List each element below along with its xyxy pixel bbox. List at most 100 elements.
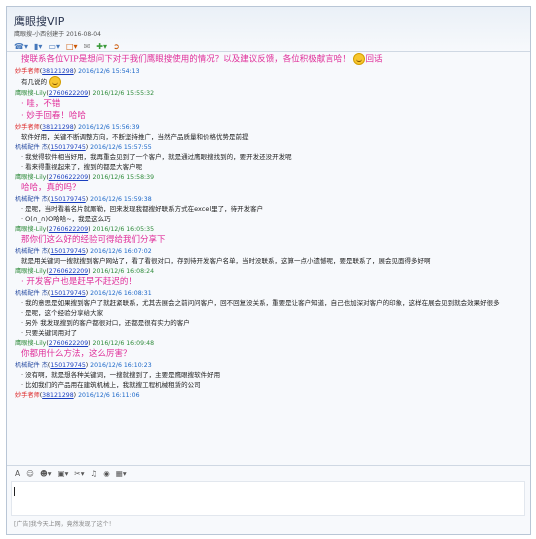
message-header: 机械配件 杰(150179745) 2016/12/6 15:57:55 [15,144,522,152]
highlight-text: · 妙手回春！哈哈 [21,110,86,121]
chart-icon[interactable]: ▦▾ [116,469,127,478]
message-header: 机械配件 杰(150179745) 2016/12/6 15:59:38 [15,196,522,204]
wink-icon[interactable]: ☻▾ [40,469,52,478]
message-header: 鹰眼搜-Lily(2760622209) 2016/12/6 16:05:35 [15,226,522,234]
chat-message: 机械配件 杰(150179745) 2016/12/6 16:07:02 就是用关… [7,248,530,266]
message-time: 2016/12/6 15:58:39 [92,173,155,181]
message-time: 2016/12/6 15:55:32 [92,89,155,97]
divider [7,465,530,466]
group-subtitle: 鹰眼搜-小西创建于 2016-08-04 [14,31,101,38]
sender-name[interactable]: 机械配件 杰 [15,290,48,297]
chat-message: 机械配件 杰(150179745) 2016/12/6 15:59:38 · 是呢… [7,196,530,224]
sender-qq-link[interactable]: 150179745 [50,196,85,203]
chat-window: 鹰眼搜VIP 鹰眼搜-小西创建于 2016-08-04 ☎▾ ▮▾ ▭▾ □▾ … [6,6,531,535]
scissors-icon[interactable]: ✂▾ [74,469,84,478]
sender-qq-link[interactable]: 2760622209 [49,268,88,275]
sender-name[interactable]: 鹰眼搜-Lily [15,90,46,97]
message-text: · 另外 我发现搜到的客户都很对口，还都是很有实力的客户 [21,318,190,327]
chat-history[interactable]: 搜联系各位VIP是想问下对于我们鹰眼搜使用的情况？以及建议反馈，各位积极献言哈！… [7,53,530,463]
music-icon[interactable]: ♫ [90,469,97,478]
sender-name[interactable]: 妙手者师 [15,68,40,75]
message-time: 2016/12/6 16:09:48 [92,339,155,347]
message-header: 机械配件 杰(150179745) 2016/12/6 16:07:02 [15,248,522,256]
sender-qq-link[interactable]: 150179745 [50,248,85,255]
chat-message: 鹰眼搜-Lily(2760622209) 2016/12/6 15:55:32 ·… [7,90,530,122]
chat-message: 机械配件 杰(150179745) 2016/12/6 15:57:55 · 我觉… [7,144,530,172]
highlight-text: 你都用什么方法，这么厉害？ [21,348,132,359]
emoji-caption: 回话 [365,54,383,65]
ad-footer[interactable]: [广告]我今天上网，竟然发现了这个！ [14,519,115,528]
message-time: 2016/12/6 16:08:24 [92,267,155,275]
window-header: 鹰眼搜VIP 鹰眼搜-小西创建于 2016-08-04 ☎▾ ▮▾ ▭▾ □▾ … [7,7,530,52]
sender-name[interactable]: 机械配件 杰 [15,144,48,151]
sender-qq-link[interactable]: 150179745 [50,290,85,297]
exit-icon[interactable]: ➲ [113,42,120,51]
folder-icon[interactable]: □▾ [66,42,78,51]
message-header: 妙手者师(38121298) 2016/12/6 16:11:06 [15,392,522,400]
sender-name[interactable]: 鹰眼搜-Lily [15,174,46,181]
video-icon[interactable]: ▮▾ [34,42,42,51]
sender-qq-link[interactable]: 2760622209 [49,340,88,347]
sender-qq-link[interactable]: 38121298 [42,68,74,75]
chat-message: 妙手者师(38121298) 2016/12/6 15:56:39 软件好用，关键… [7,124,530,142]
message-text: 就是用关键词一搜就搜到客户网站了，看了看很对口，存到待开发客户名单，当时没联系，… [21,256,431,265]
mail-icon[interactable]: ✉ [84,42,91,51]
message-time: 2016/12/6 16:07:02 [90,247,152,255]
message-header: 妙手者师(38121298) 2016/12/6 15:56:39 [15,124,522,132]
sender-qq-link[interactable]: 2760622209 [49,226,88,233]
message-text: · 是呢，这个经验分享给大家 [21,308,104,317]
group-title: 鹰眼搜VIP [14,15,65,28]
message-header: 鹰眼搜-Lily(2760622209) 2016/12/6 15:58:39 [15,174,522,182]
sender-name[interactable]: 鹰眼搜-Lily [15,226,46,233]
highlight-text: 哈哈，真的吗？ [21,182,81,193]
smiley-icon [49,75,62,88]
sender-qq-link[interactable]: 38121298 [42,124,74,131]
message-header: 鹰眼搜-Lily(2760622209) 2016/12/6 15:55:32 [15,90,522,98]
highlight-text: · 开发客户也是赶早不赶迟的！ [21,276,137,287]
message-text: · 看来得重视起来了，搜到的都是大客户呢 [21,162,143,171]
shake-icon[interactable]: ◉ [103,469,110,478]
sender-qq-link[interactable]: 150179745 [50,144,85,151]
chat-message: 鹰眼搜-Lily(2760622209) 2016/12/6 16:08:24 ·… [7,268,530,288]
message-text: · 只要关键词用对了 [21,328,78,337]
sender-qq-link[interactable]: 38121298 [42,392,74,399]
message-text: 有几说的 [15,75,522,88]
message-text: · 我的意思是如果搜到客户了就赶紧联系，尤其去展会之前问问客户，回不回复没关系，… [21,298,500,307]
sender-qq-link[interactable]: 2760622209 [49,174,88,181]
add-member-icon[interactable]: ✚▾ [96,42,107,51]
chat-message: 搜联系各位VIP是想问下对于我们鹰眼搜使用的情况？以及建议反馈，各位积极献言哈！… [7,53,530,66]
message-header: 鹰眼搜-Lily(2760622209) 2016/12/6 16:09:48 [15,340,522,348]
font-icon[interactable]: A [15,469,20,478]
screen-share-icon[interactable]: ▭▾ [48,42,60,51]
chat-message: 鹰眼搜-Lily(2760622209) 2016/12/6 16:05:35 那… [7,226,530,246]
message-header: 机械配件 杰(150179745) 2016/12/6 16:08:31 [15,290,522,298]
smiley-icon [353,53,366,65]
chat-message: 妙手者师(38121298) 2016/12/6 16:11:06 [7,392,530,400]
sender-name[interactable]: 机械配件 杰 [15,362,48,369]
chat-message: 机械配件 杰(150179745) 2016/12/6 16:08:31 · 我的… [7,290,530,338]
image-icon[interactable]: ▣▾ [58,469,69,478]
message-text: · 比如我们的产品用在建筑机械上，我就搜工程机械租赁的公司 [21,380,201,389]
announcement-text: 搜联系各位VIP是想问下对于我们鹰眼搜使用的情况？以及建议反馈，各位积极献言哈！… [21,53,383,65]
highlight-text: · 哇，不错 [21,98,61,109]
sender-name[interactable]: 妙手者师 [15,124,40,131]
sender-name[interactable]: 鹰眼搜-Lily [15,268,46,275]
chat-message: 机械配件 杰(150179745) 2016/12/6 16:10:23 · 没有… [7,362,530,390]
message-header: 鹰眼搜-Lily(2760622209) 2016/12/6 16:08:24 [15,268,522,276]
emoji-icon[interactable]: ☺ [26,469,34,478]
chat-message: 鹰眼搜-Lily(2760622209) 2016/12/6 15:58:39 哈… [7,174,530,194]
input-toolbar: A ☺ ☻▾ ▣▾ ✂▾ ♫ ◉ ▦▾ [15,469,127,478]
phone-icon[interactable]: ☎▾ [14,42,28,51]
sender-name[interactable]: 鹰眼搜-Lily [15,340,46,347]
sender-qq-link[interactable]: 2760622209 [49,90,88,97]
highlight-text: 那你们这么好的经验可得给我们分享下 [21,234,166,245]
message-time: 2016/12/6 16:08:31 [90,289,152,297]
message-text: · O(∩_∩)O哈哈~，我是这么巧 [21,214,111,223]
sender-name[interactable]: 机械配件 杰 [15,248,48,255]
sender-name[interactable]: 妙手者师 [15,392,40,399]
message-input[interactable] [11,481,525,516]
sender-qq-link[interactable]: 150179745 [50,362,85,369]
sender-name[interactable]: 机械配件 杰 [15,196,48,203]
message-header: 机械配件 杰(150179745) 2016/12/6 16:10:23 [15,362,522,370]
chat-message: 妙手者师(38121298) 2016/12/6 15:54:13 有几说的 [7,68,530,88]
